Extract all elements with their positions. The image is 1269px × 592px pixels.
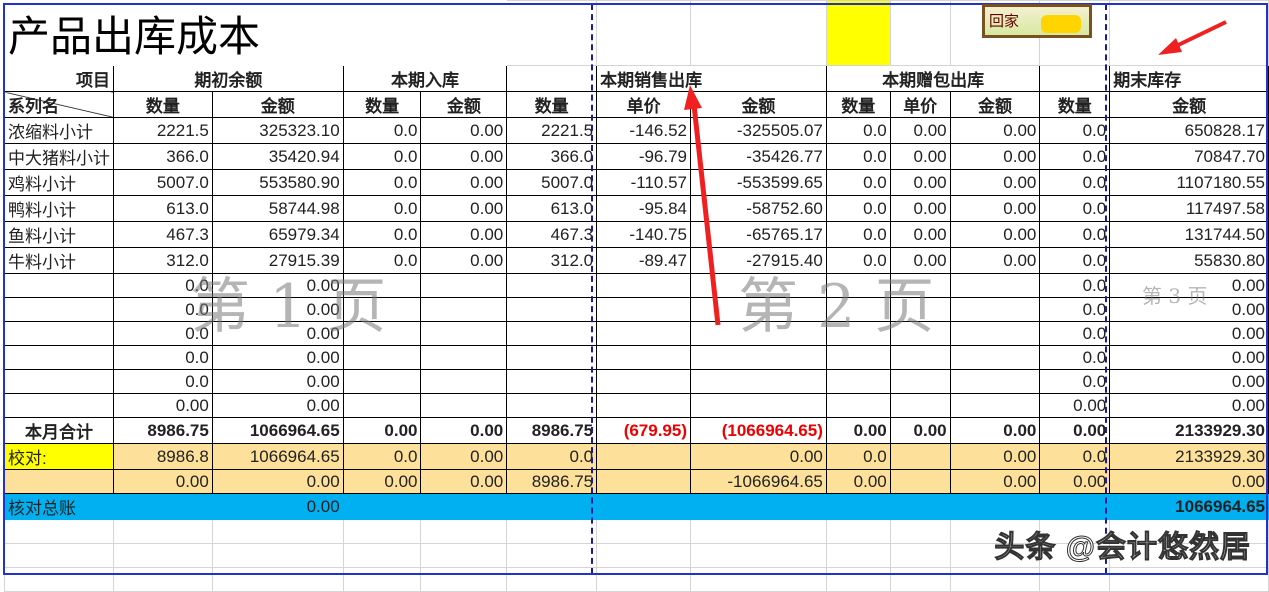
source-watermark: 头条 @会计悠然居 bbox=[994, 531, 1251, 565]
spreadsheet: 产品出库成本 项目 期初余额 本期入库 本期销售出库 本期赠包出库 期末库存 系… bbox=[0, 0, 1269, 592]
red-arrow-icon bbox=[1158, 20, 1227, 55]
annotation-arrows bbox=[684, 20, 1227, 326]
red-arrow-icon bbox=[684, 85, 721, 326]
